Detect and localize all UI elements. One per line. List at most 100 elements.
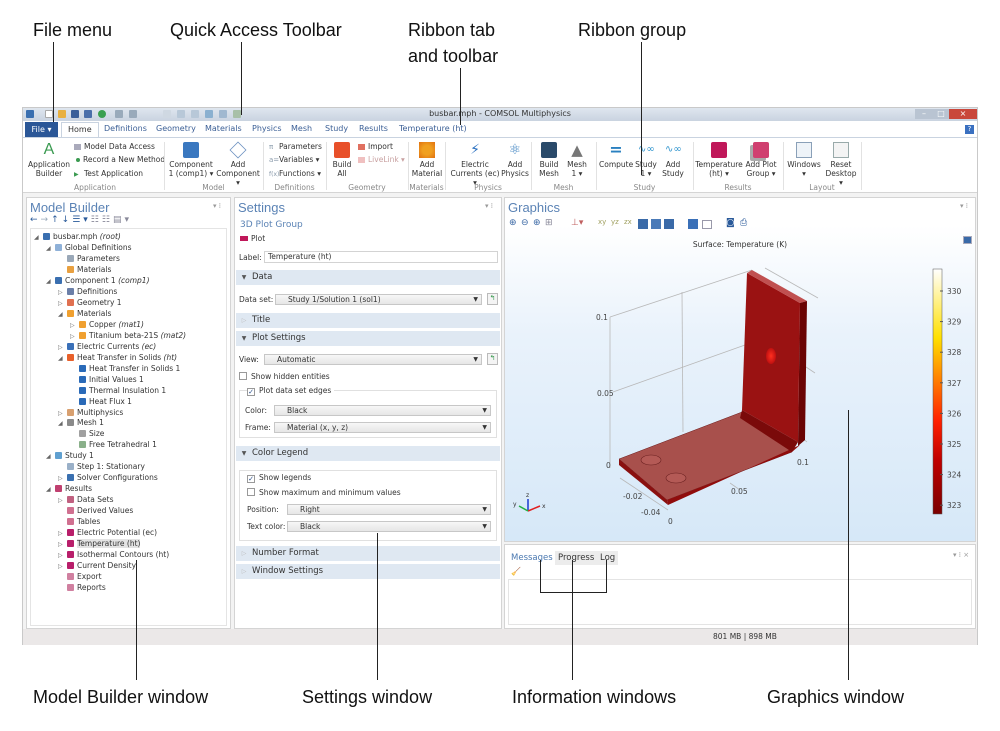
tree-item[interactable]: ◢ Materials — [58, 308, 111, 319]
tab-definitions[interactable]: Definitions — [104, 124, 147, 133]
file-menu-button[interactable]: File ▾ — [25, 122, 58, 137]
axis-orientation-icon[interactable]: ⊥▾ — [571, 218, 583, 228]
show-hidden-checkbox[interactable]: Show hidden entities — [239, 372, 330, 381]
save-as-icon[interactable] — [84, 110, 92, 118]
temperature-plot-button[interactable]: Temperature (ht) ▾ — [695, 142, 743, 178]
text-color-select[interactable]: Black ▼ — [287, 521, 491, 532]
color-select[interactable]: Black ▼ — [274, 405, 491, 416]
delete-icon[interactable] — [191, 110, 199, 118]
tree-item[interactable]: ▷ Definitions — [58, 286, 117, 297]
section-number-format[interactable]: ▷ Number Format — [236, 546, 500, 561]
windows-button[interactable]: Windows ▾ — [785, 142, 823, 178]
compute-button[interactable]: = Compute — [599, 142, 633, 170]
pin-close-icon[interactable]: ▾ ⁞ × — [953, 551, 969, 559]
select-box-icon[interactable] — [702, 220, 712, 229]
tree-item[interactable]: ▷ Geometry 1 — [58, 297, 122, 308]
section-data[interactable]: ▼ Data — [236, 270, 500, 285]
tab-geometry[interactable]: Geometry — [156, 124, 196, 133]
zx-view-icon[interactable]: zx — [624, 218, 632, 226]
tab-materials[interactable]: Materials — [205, 124, 242, 133]
tab-home[interactable]: Home — [61, 122, 99, 138]
tree-item[interactable]: ◢ Heat Transfer in Solids (ht) — [58, 352, 177, 363]
expand-icon[interactable]: ☷ — [91, 215, 102, 225]
section-window-settings[interactable]: ▷ Window Settings — [236, 564, 500, 579]
tree-item[interactable]: Thermal Insulation 1 — [70, 385, 166, 396]
view-menu-icon[interactable]: ▤▾ — [113, 215, 132, 225]
tab-mesh[interactable]: Mesh — [291, 124, 312, 133]
tree-item[interactable]: Size — [70, 428, 104, 439]
view-select[interactable]: Automatic ▼ — [264, 354, 482, 365]
new-icon[interactable] — [45, 110, 53, 118]
build-mesh-button[interactable]: Build Mesh — [535, 142, 563, 178]
collapse-icon[interactable]: ☷ — [102, 215, 113, 225]
label-input[interactable]: Temperature (ht) — [264, 251, 498, 263]
open-icon[interactable] — [58, 110, 66, 118]
tree-item[interactable]: ▷ Temperature (ht) — [58, 538, 141, 549]
arrow-down-icon[interactable]: ↓ — [62, 215, 73, 225]
legend-toggle-icon[interactable] — [963, 236, 972, 244]
duplicate-icon[interactable] — [177, 110, 185, 118]
tree-item[interactable]: ◢ Component 1 (comp1) — [46, 275, 150, 286]
tree-item[interactable]: ▷ Copper (mat1) — [70, 319, 144, 330]
go-to-view-button[interactable]: ↰ — [487, 353, 498, 365]
tree-item[interactable]: Derived Values — [58, 505, 133, 516]
tree-item[interactable]: ▷ Data Sets — [58, 494, 114, 505]
position-select[interactable]: Right ▼ — [287, 504, 491, 515]
tab-results[interactable]: Results — [359, 124, 388, 133]
tab-messages[interactable]: Messages — [508, 551, 556, 565]
section-title[interactable]: ▷ Title — [236, 313, 500, 328]
tree-item[interactable]: Heat Transfer in Solids 1 — [70, 363, 180, 374]
copy-icon[interactable] — [163, 110, 171, 118]
tree-item[interactable]: Heat Flux 1 — [70, 396, 132, 407]
application-builder-button[interactable]: A Application Builder — [27, 142, 71, 179]
tree-item[interactable]: Parameters — [58, 253, 120, 264]
clear-icon[interactable]: 🧹 — [511, 567, 521, 576]
tree-item[interactable]: Free Tetrahedral 1 — [70, 439, 157, 450]
frame-select[interactable]: Material (x, y, z) ▼ — [274, 422, 491, 433]
zoom-extents-icon[interactable]: ⊞ — [545, 218, 553, 228]
expanded-icon[interactable]: ◢ — [58, 353, 67, 364]
tree-item[interactable]: Export — [58, 571, 102, 582]
arrow-up-icon[interactable]: ↑ — [51, 215, 62, 225]
run-icon[interactable] — [98, 110, 106, 118]
arrow-left-icon[interactable]: ← — [30, 215, 41, 225]
pin-icon[interactable]: ▾ ⁞ — [960, 202, 968, 210]
checkbox-unchecked[interactable] — [247, 488, 255, 496]
checkbox-checked[interactable]: ✓ — [247, 388, 255, 396]
add-physics-button[interactable]: ⚛ Add Physics — [501, 142, 529, 178]
tree-item[interactable]: ◢ Results — [46, 483, 92, 494]
section-plot-settings[interactable]: ▼ Plot Settings — [236, 331, 500, 346]
tree-item[interactable]: Tables — [58, 516, 100, 527]
add-study-button[interactable]: ∿∞ Add Study — [660, 142, 686, 178]
functions-button[interactable]: f(x)Functions ▾ — [269, 169, 321, 178]
reset-desktop-button[interactable]: Reset Desktop ▾ — [823, 142, 859, 187]
tree-item[interactable]: ▷ Current Density — [58, 560, 136, 571]
reset-hiding-icon[interactable] — [688, 219, 698, 229]
tab-study[interactable]: Study — [325, 124, 348, 133]
component-button[interactable]: Component 1 (comp1) ▾ — [168, 142, 214, 178]
show-menu-icon[interactable]: ☰▾ — [72, 215, 91, 225]
tree-item[interactable]: Step 1: Stationary — [58, 461, 145, 472]
zoom-box-icon[interactable]: ⊕ — [533, 218, 541, 228]
expanded-icon[interactable]: ◢ — [46, 451, 55, 462]
minimize-button[interactable]: – — [915, 109, 933, 119]
wireframe-icon[interactable] — [664, 219, 674, 229]
tree-item[interactable]: ◢ Global Definitions — [46, 242, 132, 253]
expanded-icon[interactable]: ◢ — [58, 418, 67, 429]
save-icon[interactable] — [71, 110, 79, 118]
pin-icon[interactable]: ▾ ⁞ — [213, 202, 221, 210]
help-button[interactable]: ? — [965, 125, 974, 134]
customize-icon[interactable] — [233, 110, 241, 118]
checkbox-checked[interactable]: ✓ — [247, 475, 255, 483]
find-icon[interactable] — [205, 110, 213, 118]
tab-log[interactable]: Log — [597, 551, 619, 565]
add-material-button[interactable]: Add Material — [409, 142, 445, 178]
data-set-select[interactable]: Study 1/Solution 1 (sol1) ▼ — [275, 294, 482, 305]
zoom-in-icon[interactable]: ⊕ — [509, 218, 517, 228]
expanded-icon[interactable]: ◢ — [46, 484, 55, 495]
arrow-right-icon[interactable]: → — [41, 215, 52, 225]
tab-temperature[interactable]: Temperature (ht) — [399, 124, 467, 133]
checkbox-unchecked[interactable] — [239, 372, 247, 380]
zoom-out-icon[interactable]: ⊖ — [521, 218, 529, 228]
tree-item[interactable]: Initial Values 1 — [70, 374, 144, 385]
